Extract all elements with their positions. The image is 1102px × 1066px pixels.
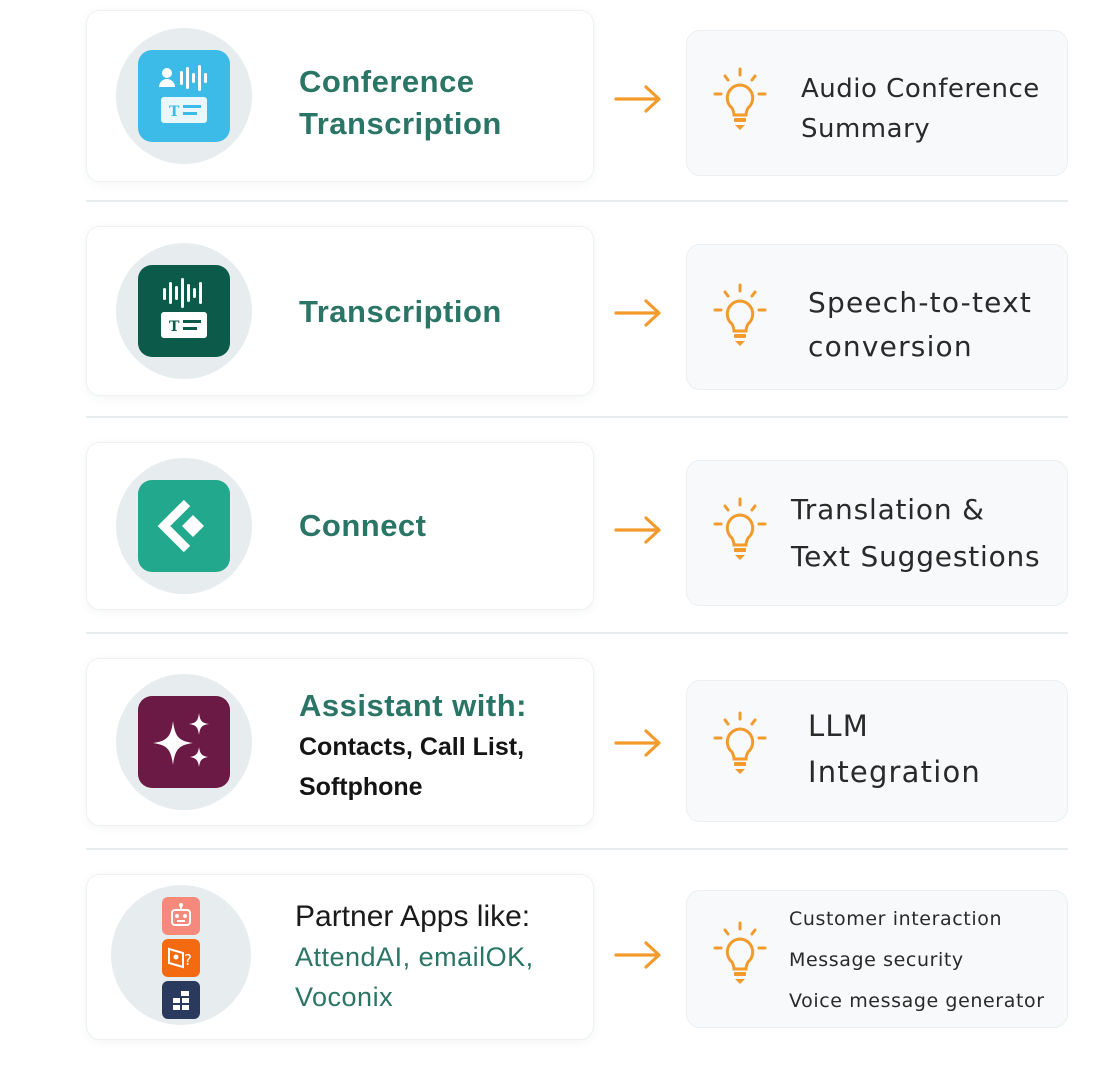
lightbulb-icon: [713, 921, 767, 984]
icon-halo: T: [116, 243, 252, 379]
app-subtitle-line: Softphone: [299, 773, 423, 801]
app-card-assistant[interactable]: Assistant with: Contacts, Call List, Sof…: [86, 658, 594, 826]
arrow-right-icon: [614, 299, 661, 327]
connect-icon: [138, 480, 230, 572]
assistant-sparkle-icon: [138, 696, 230, 788]
app-subtitle-line: Contacts, Call List,: [299, 733, 525, 761]
app-card-partner-apps[interactable]: ? Partner Apps like: AttendAI, emailOK, …: [86, 874, 594, 1040]
lightbulb-icon: [713, 497, 767, 560]
result-card-partner-features: Customer interaction Message security Vo…: [686, 890, 1068, 1028]
result-text: Speech-to-text conversion: [808, 281, 1032, 369]
result-card-translation: Translation & Text Suggestions: [686, 460, 1068, 606]
app-subtitle: Contacts, Call List, Softphone: [299, 727, 527, 807]
result-line: Integration: [808, 755, 981, 789]
conference-transcription-icon: T: [138, 50, 230, 142]
app-card-transcription[interactable]: T Transcription: [86, 226, 594, 396]
row-divider: [86, 848, 1068, 850]
result-line: Speech-to-text: [808, 286, 1033, 319]
app-title-heading: Assistant with:: [299, 688, 527, 723]
app-subtitle-line: Voconix: [295, 982, 394, 1012]
app-title-line: Conference: [299, 64, 475, 99]
result-text: Translation & Text Suggestions: [791, 486, 1040, 580]
result-card-audio-conference-summary: Audio Conference Summary: [686, 30, 1068, 176]
icon-halo: [116, 458, 252, 594]
app-title-line: Transcription: [299, 106, 502, 141]
app-title: Transcription: [299, 291, 502, 333]
arrow-right-icon: [614, 516, 661, 544]
svg-text:T: T: [169, 104, 180, 120]
lightbulb-icon: [713, 67, 767, 130]
result-line: Voice message generator: [789, 990, 1045, 1012]
result-line: Summary: [801, 114, 931, 144]
result-text: LLM Integration: [808, 703, 981, 795]
result-line: Text Suggestions: [791, 540, 1041, 573]
row-divider: [86, 200, 1068, 202]
app-subtitle-line: AttendAI, emailOK,: [295, 942, 534, 972]
voconix-icon: [162, 981, 200, 1019]
app-title: Conference Transcription: [299, 61, 502, 145]
app-title-line: Transcription: [299, 294, 502, 329]
result-line: Customer interaction: [789, 908, 1003, 930]
result-text: Customer interaction Message security Vo…: [789, 899, 1045, 1022]
result-line: Translation &: [791, 493, 985, 526]
icon-halo: [116, 674, 252, 810]
transcription-icon: T: [138, 265, 230, 357]
icon-halo: T: [116, 28, 252, 164]
row-divider: [86, 416, 1068, 418]
lightbulb-icon: [713, 711, 767, 774]
result-line: LLM: [808, 709, 869, 743]
svg-text:?: ?: [184, 951, 192, 969]
result-line: conversion: [808, 330, 973, 363]
lightbulb-icon: [713, 283, 767, 346]
app-card-conference-transcription[interactable]: T Conference Transcription: [86, 10, 594, 182]
emailok-icon: ?: [162, 939, 200, 977]
app-subtitle: AttendAI, emailOK, Voconix: [295, 937, 534, 1017]
app-title-line: Connect: [299, 508, 427, 543]
result-card-speech-to-text: Speech-to-text conversion: [686, 244, 1068, 390]
arrow-right-icon: [614, 729, 661, 757]
arrow-right-icon: [614, 85, 661, 113]
app-card-connect[interactable]: Connect: [86, 442, 594, 610]
svg-text:T: T: [169, 319, 180, 335]
result-card-llm-integration: LLM Integration: [686, 680, 1068, 822]
app-title: Assistant with: Contacts, Call List, Sof…: [299, 685, 527, 807]
app-title: Partner Apps like: AttendAI, emailOK, Vo…: [295, 897, 534, 1017]
result-line: Audio Conference: [801, 74, 1040, 104]
arrow-right-icon: [614, 941, 661, 969]
app-title-heading: Partner Apps like:: [295, 900, 531, 933]
result-line: Message security: [789, 949, 964, 971]
result-text: Audio Conference Summary: [801, 69, 1040, 149]
attendai-robot-icon: [162, 897, 200, 935]
row-divider: [86, 632, 1068, 634]
app-title: Connect: [299, 505, 427, 547]
